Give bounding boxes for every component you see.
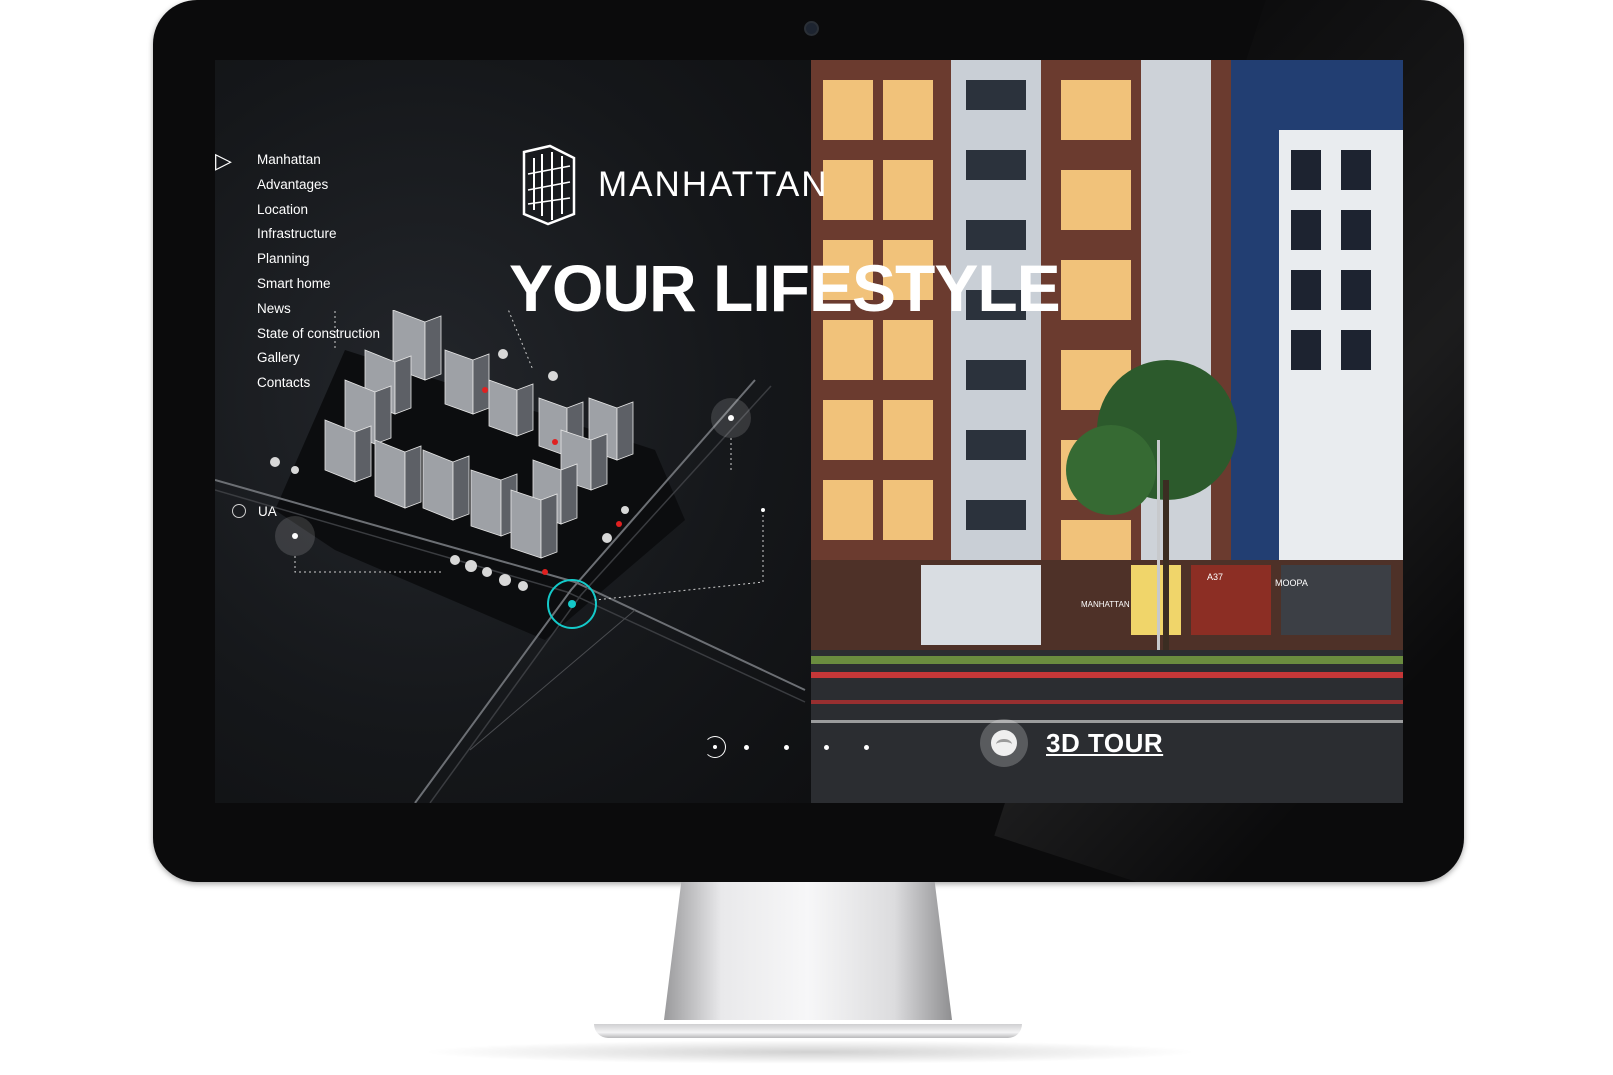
nav-pointer-icon: ▷ (215, 148, 232, 173)
monitor-stand (664, 882, 952, 1020)
3d-tour-label[interactable]: 3D TOUR (1046, 728, 1163, 759)
globe-icon (232, 504, 246, 518)
vr-icon (980, 719, 1028, 767)
pagination-dot[interactable] (784, 744, 789, 750)
language-switcher[interactable]: UA (232, 504, 277, 519)
language-label[interactable]: UA (258, 504, 277, 519)
nav-item-news[interactable]: News (257, 297, 380, 322)
nav-item-state-of-construction[interactable]: State of construction (257, 322, 380, 347)
hero-headline: YOUR LIFESTYLE (509, 251, 1061, 325)
tree (1066, 425, 1156, 515)
website-screen: ▷ Manhattan Advantages Location Infrastruct… (215, 60, 1403, 803)
brand-logo[interactable]: MANHATTAN (520, 144, 829, 226)
nav-menu: Manhattan Advantages Location Infrastructur… (257, 148, 380, 396)
nav-item-location[interactable]: Location (257, 198, 380, 223)
map-marker (616, 521, 622, 527)
location-dot (568, 600, 576, 608)
pagination-dot[interactable] (744, 744, 749, 750)
monitor-shadow (420, 1040, 1200, 1064)
webcam-icon (804, 21, 819, 36)
building-illustration: MANHATTAN A37 MOOPA (811, 60, 1403, 803)
map-hotspot[interactable] (275, 516, 315, 556)
map-marker (482, 387, 488, 393)
monitor-foot (594, 1024, 1022, 1038)
nav-item-infrastructure[interactable]: Infrastructure (257, 222, 380, 247)
pagination-dot-active[interactable] (704, 736, 726, 758)
map-hotspot[interactable] (711, 398, 751, 438)
nav-item-manhattan[interactable]: Manhattan (257, 148, 380, 173)
leader-endpoint (761, 508, 765, 512)
pagination-dot[interactable] (864, 744, 869, 750)
logo-text: MANHATTAN (598, 165, 829, 204)
manhattan-logo-icon (522, 144, 576, 226)
nav-item-advantages[interactable]: Advantages (257, 173, 380, 198)
pagination-dot[interactable] (824, 744, 829, 750)
building-sign: MANHATTAN (1081, 600, 1130, 609)
nav-item-gallery[interactable]: Gallery (257, 346, 380, 371)
street-lamp (1157, 440, 1160, 650)
nav-item-contacts[interactable]: Contacts (257, 371, 380, 396)
shop-sign: A37 (1207, 572, 1223, 582)
slide-pagination (704, 736, 904, 758)
nav-item-smart-home[interactable]: Smart home (257, 272, 380, 297)
map-marker (542, 569, 548, 575)
tree-trunk (1163, 480, 1169, 650)
3d-tour-link[interactable]: 3D TOUR (980, 719, 1163, 767)
nav-item-planning[interactable]: Planning (257, 247, 380, 272)
map-marker (552, 439, 558, 445)
shop-sign: MOOPA (1275, 578, 1308, 588)
building-render: MANHATTAN A37 MOOPA (811, 60, 1403, 803)
